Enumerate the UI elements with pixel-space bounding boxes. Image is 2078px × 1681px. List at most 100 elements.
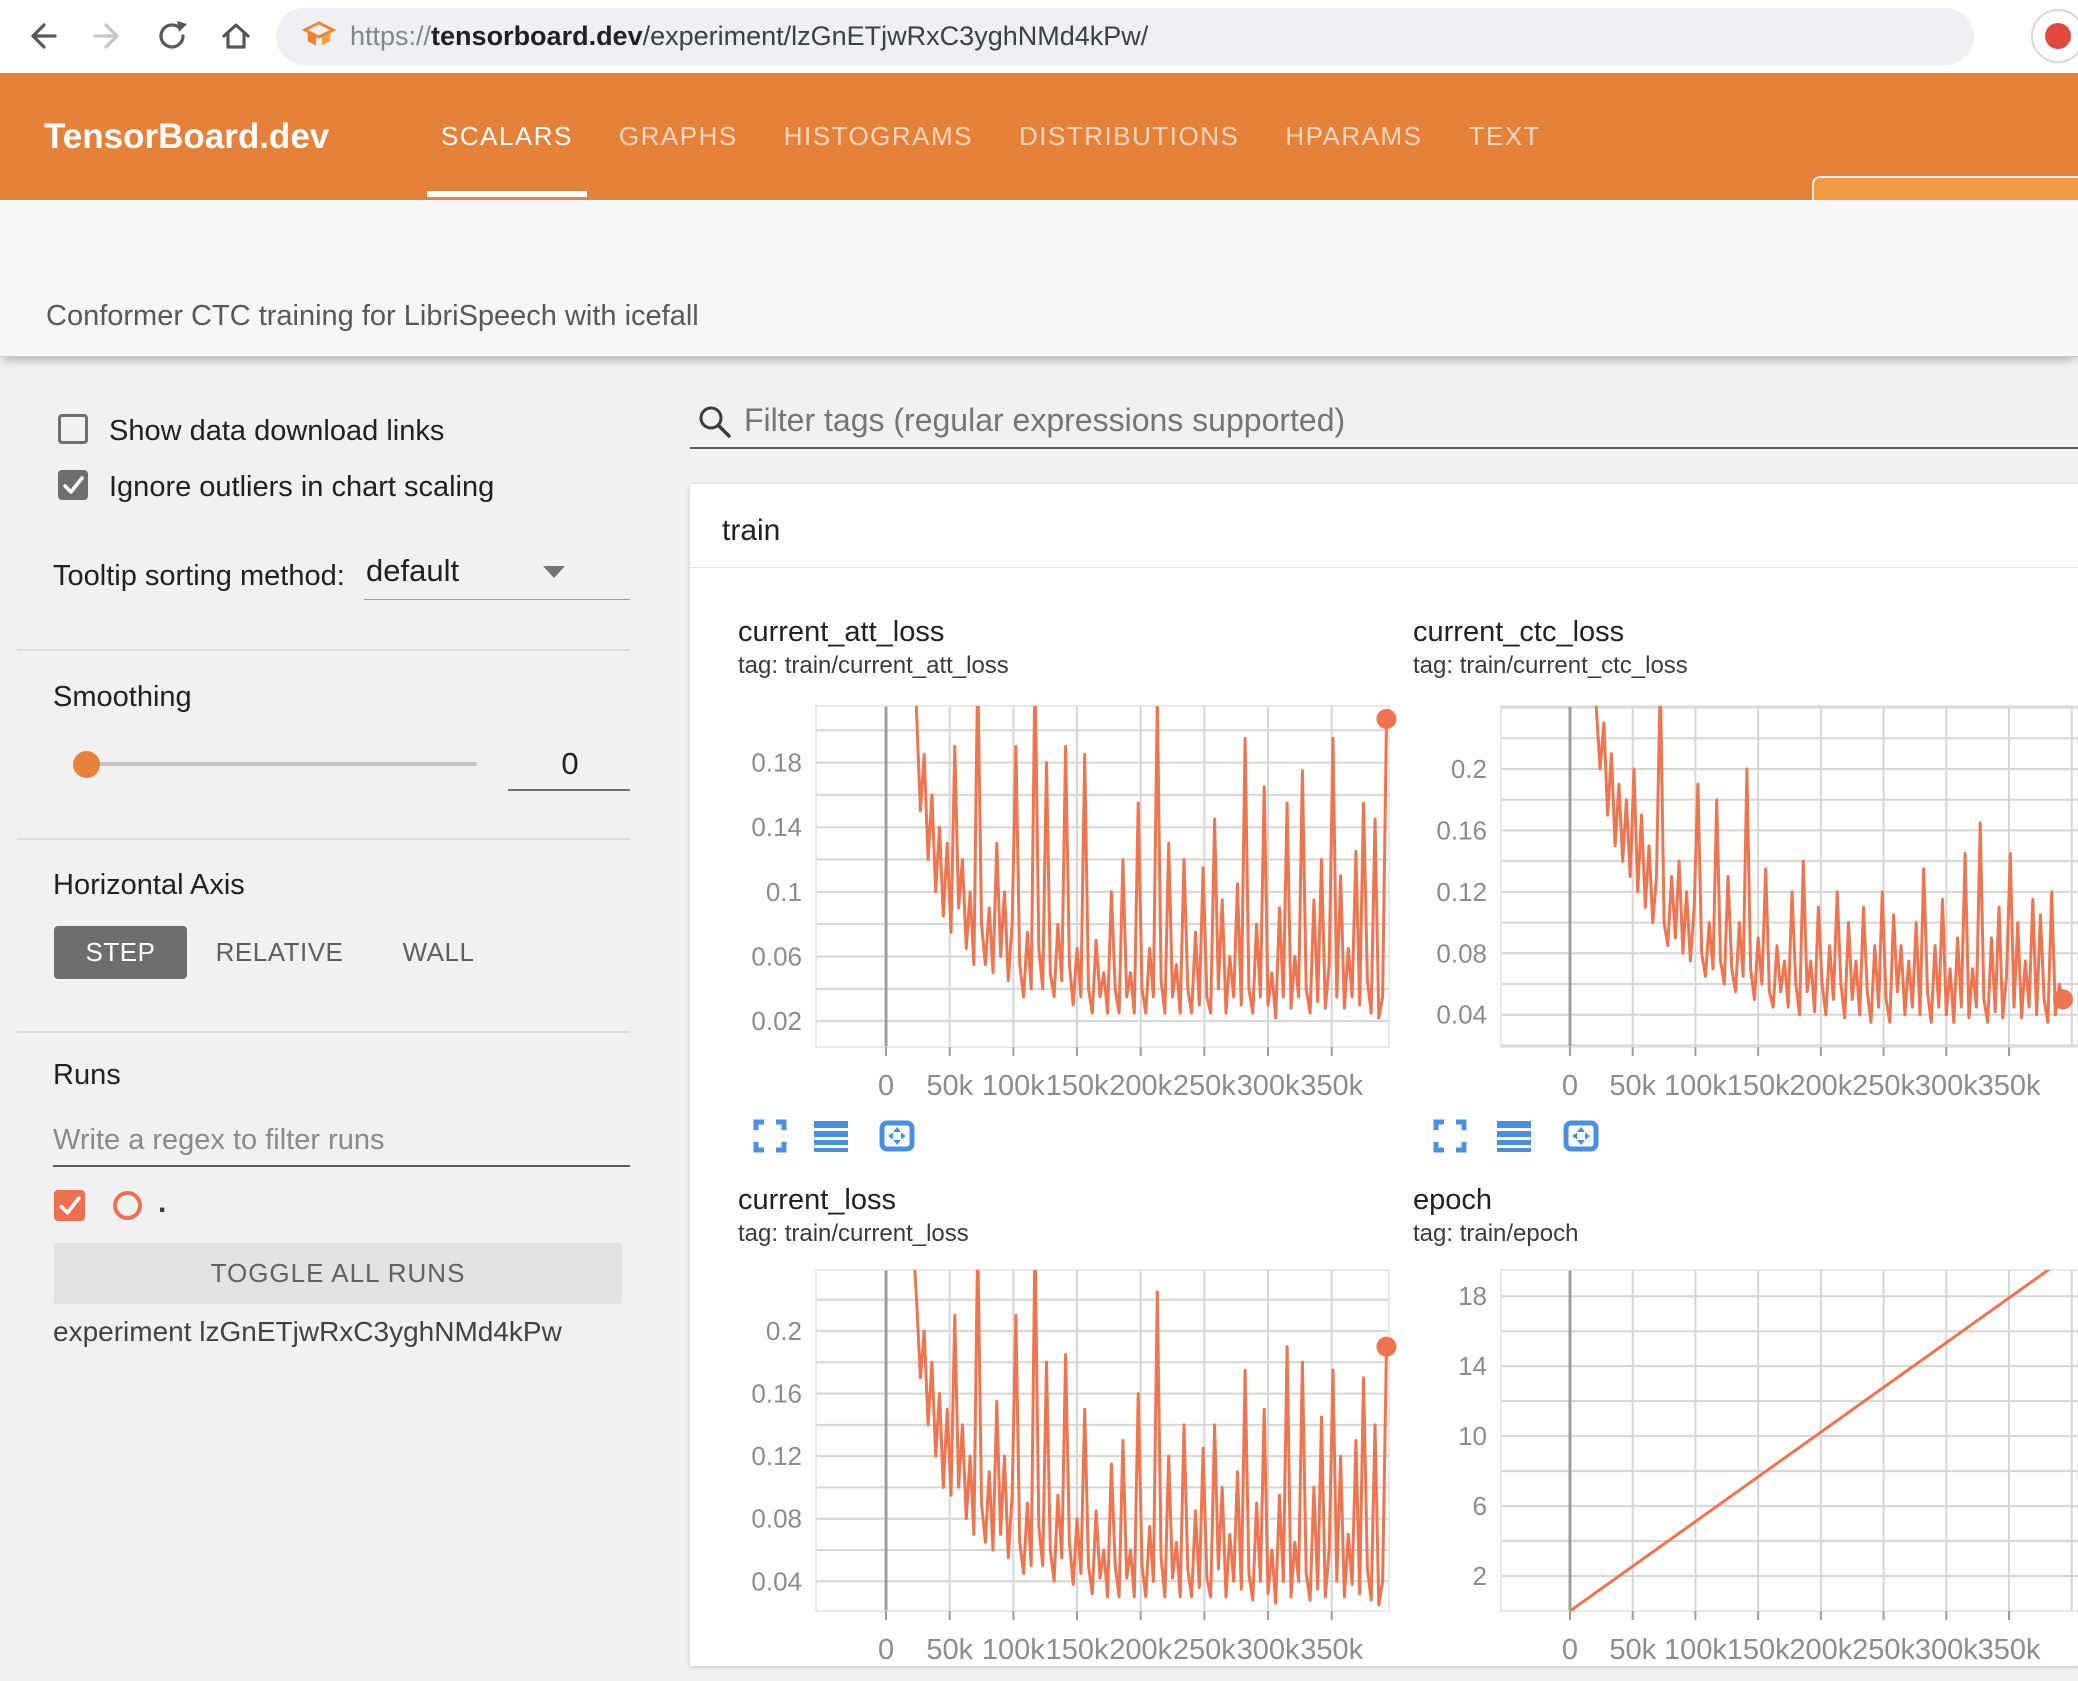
section-title[interactable]: train bbox=[722, 514, 780, 548]
svg-text:200k: 200k bbox=[1109, 1070, 1172, 1102]
svg-text:0.12: 0.12 bbox=[751, 1441, 802, 1471]
svg-text:50k: 50k bbox=[1609, 1634, 1656, 1666]
smoothing-slider[interactable] bbox=[86, 762, 477, 766]
svg-text:350k: 350k bbox=[1300, 1070, 1363, 1102]
svg-text:100k: 100k bbox=[1664, 1070, 1727, 1102]
forward-icon[interactable] bbox=[90, 18, 126, 54]
svg-text:250k: 250k bbox=[1173, 1634, 1236, 1666]
tab-distributions[interactable]: DISTRIBUTIONS bbox=[1019, 73, 1239, 200]
svg-text:0.2: 0.2 bbox=[1451, 754, 1487, 784]
profile-avatar[interactable] bbox=[2031, 9, 2078, 63]
smoothing-label: Smoothing bbox=[53, 681, 192, 713]
svg-text:0.02: 0.02 bbox=[751, 1006, 802, 1036]
app-title: TensorBoard.dev bbox=[44, 116, 330, 156]
tooltip-sort-dropdown[interactable]: default bbox=[366, 553, 459, 589]
svg-text:300k: 300k bbox=[1915, 1634, 1978, 1666]
ignore-outliers-checkbox[interactable] bbox=[58, 470, 88, 500]
svg-text:150k: 150k bbox=[1046, 1634, 1109, 1666]
tooltip-sort-label: Tooltip sorting method: bbox=[53, 560, 345, 592]
svg-text:100k: 100k bbox=[982, 1070, 1045, 1102]
svg-text:0.04: 0.04 bbox=[751, 1566, 802, 1596]
chart-current-loss[interactable]: 0.040.080.120.160.20 50k 100k 150k 200k 250k 3… bbox=[686, 1240, 1409, 1681]
reload-icon[interactable] bbox=[154, 18, 190, 54]
svg-text:0.12: 0.12 bbox=[1436, 877, 1487, 907]
svg-text:14: 14 bbox=[1458, 1351, 1487, 1381]
tab-hparams[interactable]: HPARAMS bbox=[1285, 73, 1422, 200]
svg-text:50k: 50k bbox=[1609, 1070, 1656, 1102]
svg-text:0.06: 0.06 bbox=[751, 941, 802, 971]
tab-scalars[interactable]: SCALARS bbox=[427, 73, 587, 200]
chart-title-current-loss: current_loss bbox=[738, 1184, 896, 1216]
filter-tags-input[interactable]: Filter tags (regular expressions support… bbox=[744, 402, 1345, 439]
tab-histograms[interactable]: HISTOGRAMS bbox=[784, 73, 973, 200]
svg-text:0.2: 0.2 bbox=[766, 1316, 802, 1346]
runs-filter-input[interactable]: Write a regex to filter runs bbox=[53, 1124, 384, 1157]
expand-chart-icon[interactable] bbox=[1431, 1118, 1469, 1154]
smoothing-slider-thumb[interactable] bbox=[73, 751, 100, 778]
svg-text:0.04: 0.04 bbox=[1436, 1000, 1487, 1030]
chart-current-ctc-loss[interactable]: 0.04 0.08 0.12 0.16 0.2 0 50k 100k 150k 200k 250k 3… bbox=[1371, 676, 2078, 1117]
runs-filter-underline bbox=[53, 1165, 630, 1167]
smoothing-value-input[interactable]: 0 bbox=[505, 746, 635, 782]
svg-text:0: 0 bbox=[878, 1634, 894, 1666]
runs-label: Runs bbox=[53, 1059, 121, 1091]
svg-text:0.14: 0.14 bbox=[751, 812, 802, 842]
home-icon[interactable] bbox=[218, 18, 254, 54]
svg-text:150k: 150k bbox=[1727, 1634, 1790, 1666]
svg-text:150k: 150k bbox=[1727, 1070, 1790, 1102]
experiment-id-label: experiment lzGnETjwRxC3yghNMd4kPw bbox=[53, 1316, 562, 1347]
tab-text[interactable]: TEXT bbox=[1468, 73, 1540, 200]
svg-text:200k: 200k bbox=[1789, 1070, 1852, 1102]
svg-text:300k: 300k bbox=[1915, 1070, 1978, 1102]
svg-text:6: 6 bbox=[1473, 1491, 1487, 1521]
svg-text:0.08: 0.08 bbox=[751, 1504, 802, 1534]
url-text: https://tensorboard.dev/experiment/lzGnE… bbox=[350, 21, 1149, 51]
expand-chart-icon[interactable] bbox=[751, 1118, 789, 1154]
chart-title-current-ctc-loss: current_ctc_loss bbox=[1413, 616, 1625, 648]
experiment-title: Conformer CTC training for LibriSpeech w… bbox=[46, 300, 699, 332]
fit-domain-icon[interactable] bbox=[1562, 1118, 1600, 1154]
back-icon[interactable] bbox=[24, 18, 60, 54]
search-icon bbox=[699, 406, 731, 438]
tab-graphs[interactable]: GRAPHS bbox=[619, 73, 738, 200]
svg-text:250k: 250k bbox=[1852, 1070, 1915, 1102]
svg-text:0.16: 0.16 bbox=[1436, 815, 1487, 845]
svg-text:100k: 100k bbox=[982, 1634, 1045, 1666]
svg-text:2: 2 bbox=[1473, 1561, 1487, 1591]
run-color-swatch bbox=[113, 1191, 142, 1220]
svg-text:200k: 200k bbox=[1109, 1634, 1172, 1666]
divider bbox=[17, 1031, 630, 1033]
svg-text:100k: 100k bbox=[1664, 1634, 1727, 1666]
fit-domain-icon[interactable] bbox=[878, 1118, 916, 1154]
show-download-links-checkbox[interactable] bbox=[58, 414, 88, 444]
svg-text:50k: 50k bbox=[926, 1070, 973, 1102]
svg-text:250k: 250k bbox=[1173, 1070, 1236, 1102]
chart-title-epoch: epoch bbox=[1413, 1184, 1493, 1216]
log-scale-icon[interactable] bbox=[812, 1118, 850, 1154]
address-bar[interactable]: https://tensorboard.dev/experiment/lzGnE… bbox=[276, 8, 1974, 65]
smoothing-value-underline bbox=[508, 789, 630, 791]
chart-epoch[interactable]: 2 6 10 14 18 0 50k 100k 150k 200k 250k 300k 350k bbox=[1371, 1240, 2078, 1681]
experiment-subtitle-bar: Conformer CTC training for LibriSpeech w… bbox=[0, 200, 2078, 357]
axis-wall-button[interactable]: WALL bbox=[372, 926, 505, 979]
svg-text:350k: 350k bbox=[1978, 1634, 2041, 1666]
tensorboard-favicon bbox=[302, 20, 336, 45]
svg-text:0.18: 0.18 bbox=[751, 748, 802, 778]
browser-toolbar: https://tensorboard.dev/experiment/lzGnE… bbox=[0, 0, 2078, 73]
log-scale-icon[interactable] bbox=[1495, 1118, 1533, 1154]
check-icon bbox=[63, 476, 84, 494]
svg-text:0: 0 bbox=[1562, 1634, 1578, 1666]
axis-step-button[interactable]: STEP bbox=[54, 926, 187, 979]
chart-current-att-loss[interactable]: 0.020.060.10.140.180 50k 100k 150k 200k 250k 3… bbox=[686, 676, 1409, 1117]
svg-text:0: 0 bbox=[1562, 1070, 1578, 1102]
chart-title-current-att-loss: current_att_loss bbox=[738, 616, 945, 648]
avatar-badge bbox=[2045, 23, 2071, 49]
svg-text:0.1: 0.1 bbox=[766, 877, 802, 907]
svg-text:10: 10 bbox=[1458, 1421, 1487, 1451]
svg-text:0.08: 0.08 bbox=[1436, 938, 1487, 968]
toggle-all-runs-button[interactable]: TOGGLE ALL RUNS bbox=[54, 1243, 622, 1304]
svg-text:0: 0 bbox=[878, 1070, 894, 1102]
chevron-down-icon[interactable] bbox=[543, 566, 565, 578]
run-checkbox[interactable] bbox=[54, 1190, 85, 1221]
axis-relative-button[interactable]: RELATIVE bbox=[213, 926, 346, 979]
